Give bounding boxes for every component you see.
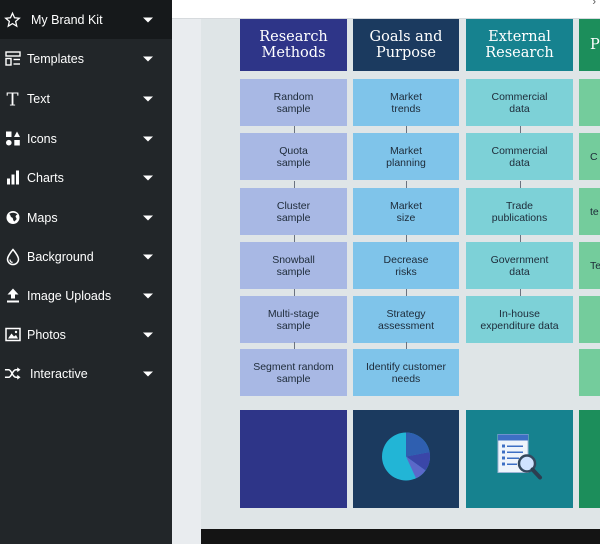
text-icon: T (4, 90, 21, 107)
document-search-icon (496, 434, 544, 485)
shapes-icon (4, 130, 21, 147)
cell-connector (406, 342, 407, 349)
column-cell[interactable]: Market planning (353, 133, 459, 180)
cell-connector (294, 289, 295, 296)
column-cell[interactable]: Multi-stage sample (240, 296, 347, 343)
column-cell[interactable]: Quota sample (240, 133, 347, 180)
sidebar-item-charts[interactable]: Charts (0, 158, 172, 197)
column-cell[interactable]: In-house expenditure data (466, 296, 573, 343)
cell-connector (294, 126, 295, 133)
top-toolbar: › (172, 0, 600, 19)
sidebar-item-background[interactable]: Background (0, 237, 172, 276)
column-cell[interactable]: Commercial data (466, 133, 573, 180)
chevron-down-icon[interactable] (143, 17, 153, 22)
column-cell[interactable] (579, 296, 600, 343)
column-cell[interactable]: Segment random sample (240, 349, 347, 396)
column-cell[interactable]: Market trends (353, 79, 459, 126)
column-header[interactable]: Goals and Purpose (353, 19, 459, 71)
sidebar-item-label: Image Uploads (27, 288, 112, 303)
column-cell[interactable]: Market size (353, 188, 459, 235)
sidebar-item-label: Charts (27, 170, 64, 185)
templates-icon (4, 50, 21, 67)
column-footer[interactable] (353, 410, 459, 508)
sidebar-item-label: Maps (27, 210, 58, 225)
toolbar-edge-glyph: › (592, 0, 596, 8)
column-cell[interactable]: Snowball sample (240, 242, 347, 289)
cell-connector (520, 181, 521, 188)
cell-connector (406, 181, 407, 188)
column-footer[interactable] (579, 410, 600, 508)
column-cell[interactable]: Cluster sample (240, 188, 347, 235)
workspace: › Research Methods Random sample Quota sam… (172, 0, 600, 544)
column-cell[interactable]: Random sample (240, 79, 347, 126)
chevron-down-icon[interactable] (143, 136, 153, 141)
cell-connector (294, 342, 295, 349)
column-cell[interactable]: Commercial data (466, 79, 573, 126)
design-canvas[interactable]: Research Methods Random sample Quota sampl… (201, 19, 600, 529)
chevron-down-icon[interactable] (143, 215, 153, 220)
cell-connector (520, 126, 521, 133)
chevron-down-icon[interactable] (143, 293, 153, 298)
sidebar-item-maps[interactable]: Maps (0, 198, 172, 237)
photo-icon (4, 326, 21, 343)
sidebar: My Brand Kit Templates T Text Icons Charts Map… (0, 0, 172, 544)
column-footer[interactable] (240, 410, 347, 508)
column-header[interactable]: Research Methods (240, 19, 347, 71)
sidebar-item-label: Text (27, 91, 50, 106)
sidebar-item-text[interactable]: T Text (0, 79, 172, 118)
sidebar-item-templates[interactable]: Templates (0, 39, 172, 78)
droplet-icon (4, 248, 21, 265)
column-cell[interactable]: Te (579, 242, 600, 289)
globe-icon (4, 209, 21, 226)
cell-connector (294, 235, 295, 242)
cell-connector (406, 235, 407, 242)
cell-connector (520, 235, 521, 242)
cell-connector (406, 126, 407, 133)
sidebar-item-label: Photos (27, 327, 66, 342)
sidebar-item-label: Templates (27, 51, 84, 66)
column-header[interactable]: External Research (466, 19, 573, 71)
sidebar-item-brand-kit[interactable]: My Brand Kit (0, 0, 172, 39)
sidebar-item-label: My Brand Kit (31, 12, 103, 27)
chevron-down-icon[interactable] (143, 332, 153, 337)
canvas-bottom-strip (201, 529, 600, 544)
sidebar-item-label: Background (27, 249, 94, 264)
star-icon (4, 11, 21, 28)
chevron-down-icon[interactable] (143, 56, 153, 61)
chevron-down-icon[interactable] (143, 96, 153, 101)
column-cell[interactable]: Strategy assessment (353, 296, 459, 343)
sidebar-item-icons[interactable]: Icons (0, 119, 172, 158)
cell-connector (406, 289, 407, 296)
cell-connector (520, 289, 521, 296)
chevron-down-icon[interactable] (143, 175, 153, 180)
column-cell[interactable]: C (579, 133, 600, 180)
column-cell[interactable]: Identify customer needs (353, 349, 459, 396)
chevron-down-icon[interactable] (143, 371, 153, 376)
bar-chart-icon (4, 169, 21, 186)
svg-text:T: T (6, 90, 18, 107)
upload-icon (4, 287, 21, 304)
column-header[interactable]: P (579, 19, 600, 71)
sidebar-item-label: Interactive (30, 366, 88, 381)
sidebar-item-photos[interactable]: Photos (0, 315, 172, 354)
sidebar-item-interactive[interactable]: Interactive (0, 354, 172, 393)
chevron-down-icon[interactable] (143, 254, 153, 259)
column-cell[interactable]: Decrease risks (353, 242, 459, 289)
sidebar-item-image-uploads[interactable]: Image Uploads (0, 276, 172, 315)
column-footer[interactable] (466, 410, 573, 508)
pie-chart-icon (381, 432, 431, 487)
sidebar-item-label: Icons (27, 131, 57, 146)
column-cell[interactable]: Trade publications (466, 188, 573, 235)
column-cell[interactable]: Government data (466, 242, 573, 289)
column-cell[interactable]: te (579, 188, 600, 235)
column-cell[interactable] (579, 349, 600, 396)
cell-connector (294, 181, 295, 188)
column-cell[interactable] (579, 79, 600, 126)
shuffle-icon (4, 365, 21, 382)
